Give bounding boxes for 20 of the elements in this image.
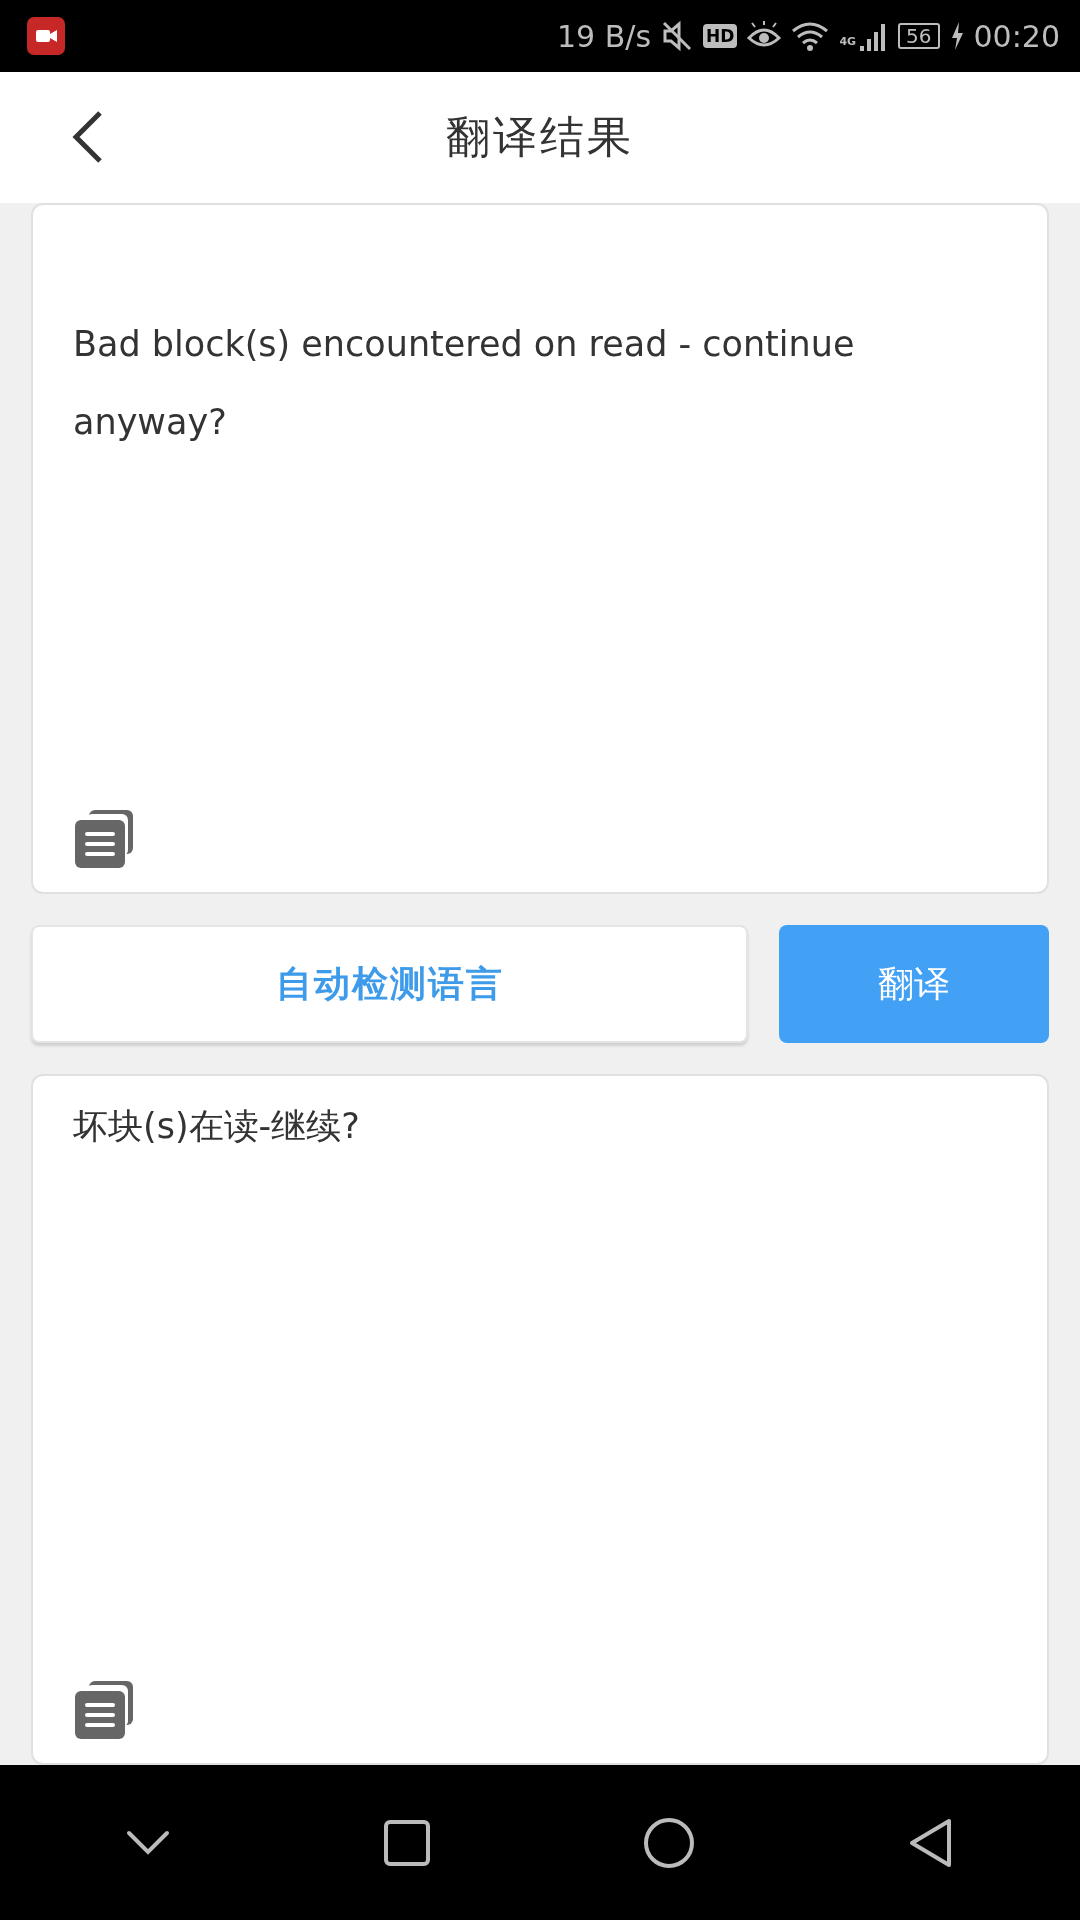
network-speed: 19 B/s [557, 18, 652, 54]
recent-apps-icon[interactable] [382, 1818, 431, 1867]
translate-button[interactable]: 翻译 [779, 925, 1049, 1043]
source-text: Bad block(s) encountered on read - continue anyway? [73, 323, 856, 444]
battery-level: 56 [898, 23, 940, 49]
charging-icon [949, 22, 964, 50]
home-icon[interactable] [643, 1816, 696, 1869]
copy-button[interactable] [73, 1679, 135, 1741]
network-type: 4G [839, 34, 857, 48]
mute-icon [661, 20, 694, 52]
hd-icon: HD [703, 24, 738, 48]
collapse-icon[interactable] [126, 1829, 171, 1856]
language-detect-button[interactable]: 自动检测语言 [31, 925, 748, 1043]
copy-button[interactable] [73, 808, 135, 870]
screen-recorder-icon [27, 17, 65, 55]
back-icon[interactable] [907, 1816, 954, 1869]
wifi-icon [791, 21, 830, 51]
page-title: 翻译结果 [446, 110, 634, 164]
clock: 00:20 [973, 18, 1060, 54]
translated-text: 坏块(s)在读-继续? [73, 1105, 361, 1148]
